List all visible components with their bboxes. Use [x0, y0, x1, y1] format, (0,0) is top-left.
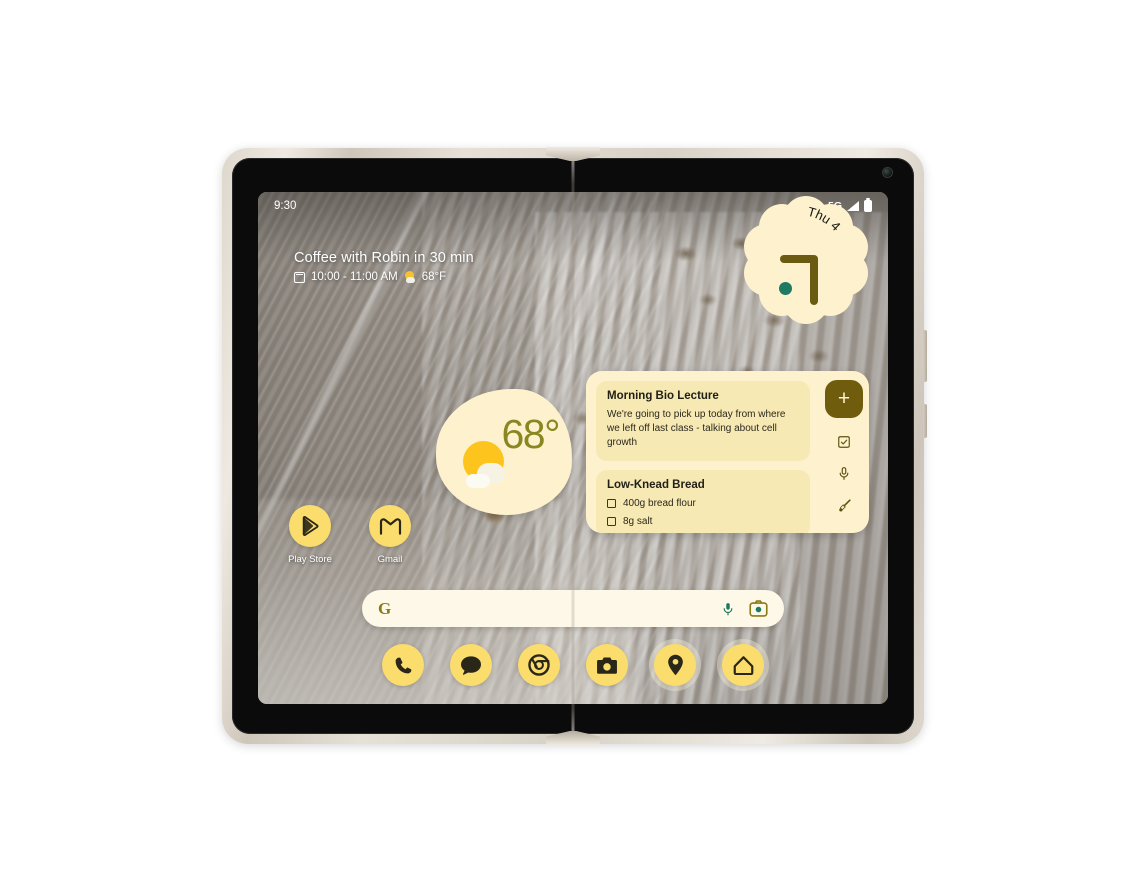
screenshot-root: 9:30 5G Coffee with Robin in 30 min 10:0…	[0, 0, 1146, 877]
lens-search-button[interactable]	[749, 600, 768, 617]
clock-minute-hand	[810, 255, 818, 305]
brush-icon	[838, 499, 851, 512]
device-screen[interactable]: 9:30 5G Coffee with Robin in 30 min 10:0…	[258, 192, 888, 704]
checkbox-icon	[838, 436, 850, 448]
at-a-glance-widget[interactable]: Coffee with Robin in 30 min 10:00 - 11:0…	[294, 250, 474, 283]
svg-text:Thu 4: Thu 4	[806, 204, 844, 234]
calendar-icon	[294, 271, 305, 283]
google-g-icon: G	[378, 598, 392, 618]
glance-title: Coffee with Robin in 30 min	[294, 250, 474, 266]
drawing-note-button[interactable]	[837, 498, 852, 513]
phone-icon	[395, 657, 411, 673]
message-bubble-icon	[461, 656, 481, 675]
notes-action-rail: +	[819, 371, 869, 533]
gmail-icon[interactable]	[369, 505, 411, 547]
google-lens-icon	[749, 600, 768, 617]
app-label: Gmail	[377, 554, 403, 565]
note-checklist-item[interactable]: 400g bread flour	[607, 498, 799, 509]
foldable-device-frame: 9:30 5G Coffee with Robin in 30 min 10:0…	[222, 147, 927, 745]
notes-list: Morning Bio Lecture We're going to pick …	[586, 371, 819, 533]
note-title: Morning Bio Lecture	[607, 390, 719, 402]
home-icon	[733, 656, 753, 675]
dock-phone[interactable]	[382, 644, 424, 686]
clock-accent-dot	[779, 282, 792, 295]
chrome-icon	[528, 654, 550, 676]
note-item[interactable]: Low-Knead Bread 400g bread flour 8g salt	[596, 469, 810, 533]
note-title: Low-Knead Bread	[607, 478, 705, 491]
note-item[interactable]: Morning Bio Lecture We're going to pick …	[596, 381, 810, 461]
note-body: We're going to pick up today from where …	[607, 409, 786, 449]
checkbox-icon[interactable]	[607, 516, 616, 526]
microphone-icon	[723, 602, 733, 615]
app-label: Play Store	[288, 554, 332, 565]
device-bezel: 9:30 5G Coffee with Robin in 30 min 10:0…	[232, 158, 914, 734]
map-pin-icon	[667, 654, 683, 676]
app-play-store[interactable]: Play Store	[284, 505, 336, 565]
app-gmail[interactable]: Gmail	[364, 505, 416, 565]
glance-temperature: 68°F	[421, 271, 447, 283]
play-store-icon[interactable]	[289, 505, 331, 547]
power-button[interactable]	[923, 404, 927, 438]
weather-widget[interactable]: 68°	[436, 389, 572, 515]
dock-chrome[interactable]	[518, 644, 560, 686]
checklist-label: 400g bread flour	[623, 497, 696, 509]
voice-note-button[interactable]	[837, 466, 851, 481]
camera-icon	[597, 656, 617, 674]
sun-behind-cloud-icon	[404, 271, 416, 283]
glance-time-range: 10:00 - 11:00 AM	[311, 271, 398, 283]
volume-button[interactable]	[923, 330, 927, 382]
dock-maps[interactable]	[654, 644, 696, 686]
plus-icon: +	[837, 386, 851, 410]
microphone-icon	[839, 467, 849, 480]
note-checklist-item[interactable]: 8g salt	[607, 516, 799, 527]
home-app-row: Play Store Gmail	[284, 505, 416, 565]
home-dock	[258, 644, 888, 686]
add-note-button[interactable]: +	[825, 380, 863, 418]
dock-camera[interactable]	[586, 644, 628, 686]
dock-home[interactable]	[722, 644, 764, 686]
checklist-label: 8g salt	[623, 515, 653, 527]
weather-temperature: 68°	[501, 411, 560, 457]
new-list-button[interactable]	[837, 435, 851, 449]
glance-subtitle: 10:00 - 11:00 AM 68°F	[294, 271, 474, 283]
dock-messages[interactable]	[450, 644, 492, 686]
voice-search-button[interactable]	[721, 601, 735, 617]
google-search-bar[interactable]: G	[362, 590, 784, 627]
status-time: 9:30	[274, 200, 297, 212]
clock-day-text: Thu 4	[806, 204, 844, 234]
google-keep-widget[interactable]: Morning Bio Lecture We're going to pick …	[586, 371, 869, 533]
clock-widget[interactable]: Thu 4	[744, 196, 868, 324]
sun-behind-cloud-icon	[463, 441, 510, 488]
checkbox-icon[interactable]	[607, 498, 616, 508]
front-camera-icon	[883, 168, 892, 177]
